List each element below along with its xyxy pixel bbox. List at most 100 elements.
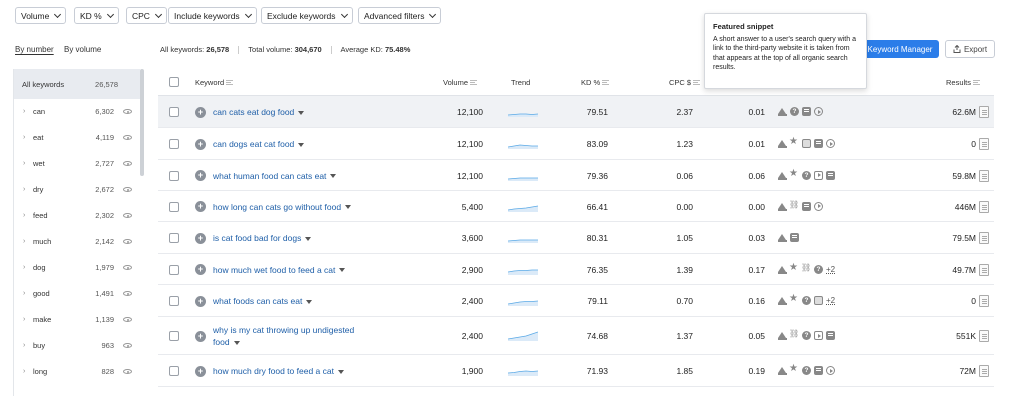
- serp-snapshot-icon[interactable]: [979, 138, 989, 150]
- sidebar-item-much[interactable]: › much 2,142: [14, 229, 140, 254]
- caret-down-icon[interactable]: [233, 340, 240, 345]
- eye-icon[interactable]: [123, 161, 132, 166]
- row-checkbox[interactable]: [169, 366, 179, 376]
- sidebar-item-eat[interactable]: › eat 4,119: [14, 125, 140, 150]
- keyword-link[interactable]: what human food can cats eat: [213, 170, 337, 182]
- link-icon[interactable]: [789, 200, 799, 211]
- table-row[interactable]: + can dogs eat cat food 12,100 83.09 1.23 0.0…: [158, 128, 994, 160]
- featured-snippet-icon[interactable]: [814, 139, 823, 148]
- eye-icon[interactable]: [123, 343, 132, 348]
- link-icon[interactable]: [801, 263, 811, 274]
- serp-snapshot-icon[interactable]: [979, 365, 989, 377]
- serp-snapshot-icon[interactable]: [979, 169, 989, 182]
- eye-icon[interactable]: [123, 135, 132, 140]
- table-row[interactable]: + what foods can cats eat 2,400 79.11 0.70 0.…: [158, 285, 994, 317]
- image-icon[interactable]: [802, 139, 811, 148]
- featured-snippet-icon[interactable]: [802, 107, 811, 116]
- crown-icon[interactable]: [778, 265, 787, 274]
- video-icon[interactable]: [814, 170, 823, 180]
- tab-by-number[interactable]: By number: [15, 45, 54, 54]
- table-row[interactable]: + is cat food bad for dogs 3,600 80.31 1.05 0…: [158, 222, 994, 254]
- add-keyword-icon[interactable]: +: [195, 201, 206, 212]
- volume-column-header[interactable]: Volume: [443, 78, 478, 87]
- keyword-link[interactable]: what foods can cats eat: [213, 295, 313, 307]
- table-row[interactable]: + how long can cats go without food 5,400 6…: [158, 191, 994, 222]
- caret-down-icon[interactable]: [337, 369, 344, 374]
- serp-snapshot-icon[interactable]: [979, 263, 989, 276]
- add-keyword-icon[interactable]: +: [195, 232, 206, 244]
- table-row[interactable]: + how much dry food to feed a cat 1,900 71.…: [158, 355, 994, 387]
- keyword-link[interactable]: is cat food bad for dogs: [213, 232, 312, 244]
- kd-column-header[interactable]: KD %: [581, 78, 610, 87]
- sidebar-item-long[interactable]: › long 828: [14, 359, 140, 384]
- play-icon[interactable]: [826, 366, 835, 375]
- crown-icon[interactable]: [778, 107, 787, 116]
- play-icon[interactable]: [814, 201, 823, 211]
- play-icon[interactable]: [826, 139, 835, 148]
- serp-snapshot-icon[interactable]: [979, 200, 989, 213]
- crown-icon[interactable]: [778, 366, 787, 375]
- featured-snippet-icon[interactable]: [826, 170, 835, 180]
- link-icon[interactable]: [789, 329, 799, 340]
- crown-icon[interactable]: [778, 233, 787, 242]
- sidebar-item-good[interactable]: › good 1,491: [14, 281, 140, 306]
- add-keyword-icon[interactable]: +: [195, 295, 206, 307]
- row-checkbox[interactable]: [169, 233, 179, 243]
- keyword-column-header[interactable]: Keyword: [195, 78, 234, 87]
- crown-icon[interactable]: [778, 296, 787, 305]
- eye-icon[interactable]: [123, 239, 132, 244]
- star-icon[interactable]: [789, 363, 799, 375]
- crown-icon[interactable]: [778, 139, 787, 148]
- serp-snapshot-icon[interactable]: [979, 106, 989, 118]
- select-all-checkbox[interactable]: [169, 77, 179, 87]
- more-serp-features[interactable]: +2: [826, 296, 835, 305]
- crown-icon[interactable]: [778, 171, 787, 180]
- caret-down-icon[interactable]: [330, 174, 337, 179]
- sidebar-scrollbar[interactable]: [140, 69, 144, 176]
- sidebar-item-all-keywords[interactable]: All keywords 26,578: [14, 69, 140, 99]
- sidebar-item-wet[interactable]: › wet 2,727: [14, 151, 140, 176]
- keyword-link[interactable]: how much dry food to feed a cat: [213, 365, 344, 377]
- keyword-link[interactable]: how much wet food to feed a cat: [213, 264, 346, 276]
- star-icon[interactable]: [789, 262, 799, 274]
- crown-icon[interactable]: [778, 202, 787, 211]
- caret-down-icon[interactable]: [306, 299, 313, 304]
- sidebar-item-can[interactable]: › can 6,302: [14, 99, 140, 124]
- sidebar-item-dry[interactable]: › dry 2,672: [14, 177, 140, 202]
- featured-snippet-icon[interactable]: [802, 201, 811, 211]
- keyword-link[interactable]: why is my cat throwing up undigested food: [213, 324, 354, 348]
- sidebar-item-buy[interactable]: › buy 963: [14, 333, 140, 358]
- add-keyword-icon[interactable]: +: [195, 264, 206, 275]
- row-checkbox[interactable]: [169, 107, 179, 117]
- caret-down-icon[interactable]: [298, 110, 305, 115]
- row-checkbox[interactable]: [169, 139, 179, 149]
- table-row[interactable]: + can cats eat dog food 12,100 79.51 2.37 0.0…: [158, 96, 994, 128]
- serp-snapshot-icon[interactable]: [979, 295, 989, 307]
- sidebar-item-dog[interactable]: › dog 1,979: [14, 255, 140, 280]
- row-checkbox[interactable]: [169, 201, 179, 212]
- keyword-link[interactable]: can dogs eat cat food: [213, 138, 305, 150]
- add-keyword-icon[interactable]: +: [195, 170, 206, 181]
- caret-down-icon[interactable]: [305, 236, 312, 241]
- add-keyword-icon[interactable]: +: [195, 138, 206, 150]
- question-icon[interactable]: ?: [814, 264, 823, 274]
- serp-snapshot-icon[interactable]: [979, 232, 989, 244]
- eye-icon[interactable]: [123, 213, 132, 218]
- advanced-filters[interactable]: Advanced filters: [358, 7, 442, 24]
- more-serp-features[interactable]: +2: [826, 265, 835, 274]
- sidebar-item-feed[interactable]: › feed 2,302: [14, 203, 140, 228]
- featured-snippet-icon[interactable]: [826, 331, 835, 340]
- add-keyword-icon[interactable]: +: [195, 330, 206, 342]
- star-icon[interactable]: [789, 136, 799, 148]
- eye-icon[interactable]: [123, 187, 132, 192]
- eye-icon[interactable]: [123, 369, 132, 374]
- kd-filter[interactable]: KD %: [74, 7, 119, 24]
- add-keyword-icon[interactable]: +: [195, 106, 206, 118]
- question-icon[interactable]: ?: [802, 296, 811, 305]
- serp-snapshot-icon[interactable]: [979, 330, 989, 342]
- star-icon[interactable]: [789, 293, 799, 305]
- question-icon[interactable]: ?: [802, 170, 811, 180]
- table-row[interactable]: + how much wet food to feed a cat 2,900 76.…: [158, 254, 994, 285]
- play-icon[interactable]: [814, 107, 823, 116]
- caret-down-icon[interactable]: [298, 142, 305, 147]
